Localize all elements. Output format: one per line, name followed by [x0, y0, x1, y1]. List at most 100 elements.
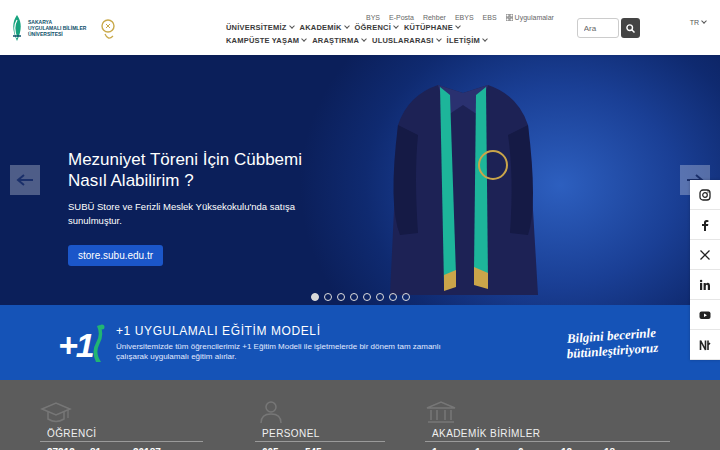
- graduation-cap-icon: [40, 400, 72, 424]
- language-label[interactable]: TR: [690, 19, 699, 26]
- header-menus: BYSE-PostaRehberEBYSEBSUygulamalarÜNİVER…: [226, 13, 566, 45]
- slider-dot[interactable]: [363, 293, 371, 301]
- chevron-down-icon: [393, 23, 399, 29]
- previous-slide-button[interactable]: [10, 165, 40, 195]
- nav-label[interactable]: AKADEMİK: [300, 23, 342, 32]
- stat-value: 605: [262, 447, 300, 450]
- slider-dot[interactable]: [402, 293, 410, 301]
- plus-one-banner: +1 +1 UYGULAMALI EĞİTİM MODELİ Üniversitem…: [0, 305, 720, 380]
- grid-icon: [506, 14, 513, 21]
- nav-label[interactable]: İLETİŞİM: [447, 36, 480, 45]
- text-line: SUBÜ Store ve Ferizli Meslek Yüksekokulu…: [68, 200, 295, 214]
- nav-item[interactable]: ÜNİVERSİTEMİZ: [226, 23, 294, 32]
- banner-title: +1 UYGULAMALI EĞİTİM MODELİ: [116, 324, 441, 339]
- stat-values: 605545: [255, 447, 425, 450]
- nav-item[interactable]: İLETİŞİM: [447, 36, 487, 45]
- chevron-down-icon: [436, 36, 442, 42]
- quick-link-label[interactable]: Rehber: [423, 13, 446, 22]
- quick-link[interactable]: E-Posta: [389, 13, 414, 22]
- arrow-left-icon: [16, 174, 34, 186]
- nav-label[interactable]: ÜNİVERSİTEMİZ: [226, 23, 287, 32]
- stat-values: 1161218: [425, 447, 685, 450]
- stat-group: AKADEMİK BİRİMLER1161218: [425, 400, 685, 450]
- stat-value: 27313: [47, 447, 85, 450]
- instagram-icon: [699, 189, 711, 201]
- banner-description: Üniversitemizde tüm öğrencilerimiz +1 Eğ…: [116, 342, 441, 362]
- nav-label[interactable]: KÜTÜPHANE: [404, 23, 453, 32]
- quick-link[interactable]: EBS: [483, 13, 497, 22]
- slide-text: SUBÜ Store ve Ferizli Meslek Yüksekokulu…: [68, 200, 295, 228]
- search-input[interactable]: [577, 18, 619, 38]
- building-icon: [425, 400, 457, 424]
- slide-title: Mezuniyet Töreni İçin CübbemiNasıl Alabi…: [68, 149, 302, 191]
- hero-slider: Mezuniyet Töreni İçin CübbemiNasıl Alabi…: [0, 55, 720, 305]
- logo-line: ÜNİVERSİTESİ: [28, 31, 86, 37]
- nav-label[interactable]: ÖĞRENCİ: [355, 23, 391, 32]
- stat-value: 1: [432, 447, 470, 450]
- slider-dot[interactable]: [376, 293, 384, 301]
- x-icon: [699, 249, 711, 261]
- language-selector[interactable]: TR: [690, 6, 706, 38]
- nav-label[interactable]: ULUSLARARASI: [372, 36, 434, 45]
- social-link[interactable]: [690, 180, 720, 210]
- university-logo[interactable]: SAKARYAUYGULAMALI BİLİMLERÜNİVERSİTESİ: [10, 14, 110, 42]
- nav-item[interactable]: KÜTÜPHANE: [404, 23, 460, 32]
- search-box: [577, 18, 640, 38]
- social-link[interactable]: [690, 210, 720, 240]
- quick-link-label[interactable]: BYS: [366, 13, 380, 22]
- stat-value: 30187: [133, 447, 171, 450]
- logo-text: SAKARYAUYGULAMALI BİLİMLERÜNİVERSİTESİ: [28, 19, 86, 37]
- nav-label[interactable]: ARAŞTIRMA: [312, 36, 359, 45]
- quick-link-label[interactable]: EBYS: [455, 13, 474, 22]
- quick-links: BYS E-Posta Rehber EBYS EBS Uygulamalar: [226, 13, 566, 22]
- social-sidebar: [690, 180, 720, 360]
- youtube-icon: [699, 309, 711, 321]
- title-line: Nasıl Alabilirim ?: [68, 170, 302, 191]
- stat-value: 6: [518, 447, 556, 450]
- banner-text: +1 UYGULAMALI EĞİTİM MODELİ Üniversitemiz…: [116, 324, 441, 362]
- nav-item[interactable]: ULUSLARARASI: [372, 36, 441, 45]
- stat-values: 273138130187: [40, 447, 255, 450]
- store-button[interactable]: store.subu.edu.tr: [68, 245, 163, 266]
- nav-item[interactable]: ARAŞTIRMA: [312, 36, 366, 45]
- slider-dot[interactable]: [324, 293, 332, 301]
- search-button[interactable]: [621, 18, 640, 38]
- chevron-down-icon: [301, 36, 307, 42]
- slider-dots: [0, 293, 720, 301]
- quick-link[interactable]: EBYS: [455, 13, 474, 22]
- social-link[interactable]: [690, 270, 720, 300]
- chevron-down-icon: [344, 23, 350, 29]
- nav-item[interactable]: ÖĞRENCİ: [355, 23, 398, 32]
- header: SAKARYAUYGULAMALI BİLİMLERÜNİVERSİTESİ BY…: [0, 0, 720, 55]
- chevron-down-icon: [455, 23, 461, 29]
- quick-link[interactable]: BYS: [366, 13, 380, 22]
- quick-link[interactable]: Rehber: [423, 13, 446, 22]
- header-tools: TR: [577, 0, 720, 38]
- stat-label: PERSONEL: [255, 424, 385, 442]
- slider-dot[interactable]: [337, 293, 345, 301]
- social-link[interactable]: [690, 240, 720, 270]
- stat-value: 18: [604, 447, 642, 450]
- university-emblem-icon: [10, 14, 24, 42]
- person-icon: [255, 400, 287, 424]
- social-link[interactable]: [690, 330, 720, 360]
- green-figure-icon: [93, 323, 107, 363]
- slider-dot[interactable]: [311, 293, 319, 301]
- quick-link-label[interactable]: E-Posta: [389, 13, 414, 22]
- main-nav: ÜNİVERSİTEMİZ AKADEMİK ÖĞRENCİ KÜTÜPHANE KAM…: [226, 23, 531, 45]
- apps-label[interactable]: Uygulamalar: [515, 13, 554, 22]
- plus-one-text: +1: [58, 327, 93, 363]
- stat-label: AKADEMİK BİRİMLER: [425, 424, 670, 442]
- stat-label: ÖĞRENCİ: [40, 424, 203, 442]
- social-link[interactable]: [690, 300, 720, 330]
- slider-dot[interactable]: [389, 293, 397, 301]
- chevron-down-icon: [482, 36, 488, 42]
- linkedin-icon: [699, 279, 711, 291]
- apps-link[interactable]: Uygulamalar: [506, 13, 554, 22]
- nav-item[interactable]: AKADEMİK: [300, 23, 349, 32]
- quick-link-label[interactable]: EBS: [483, 13, 497, 22]
- nav-item[interactable]: KAMPÜSTE YAŞAM: [226, 36, 306, 45]
- stat-group: ÖĞRENCİ 273138130187: [40, 400, 255, 450]
- nav-label[interactable]: KAMPÜSTE YAŞAM: [226, 36, 299, 45]
- slider-dot[interactable]: [350, 293, 358, 301]
